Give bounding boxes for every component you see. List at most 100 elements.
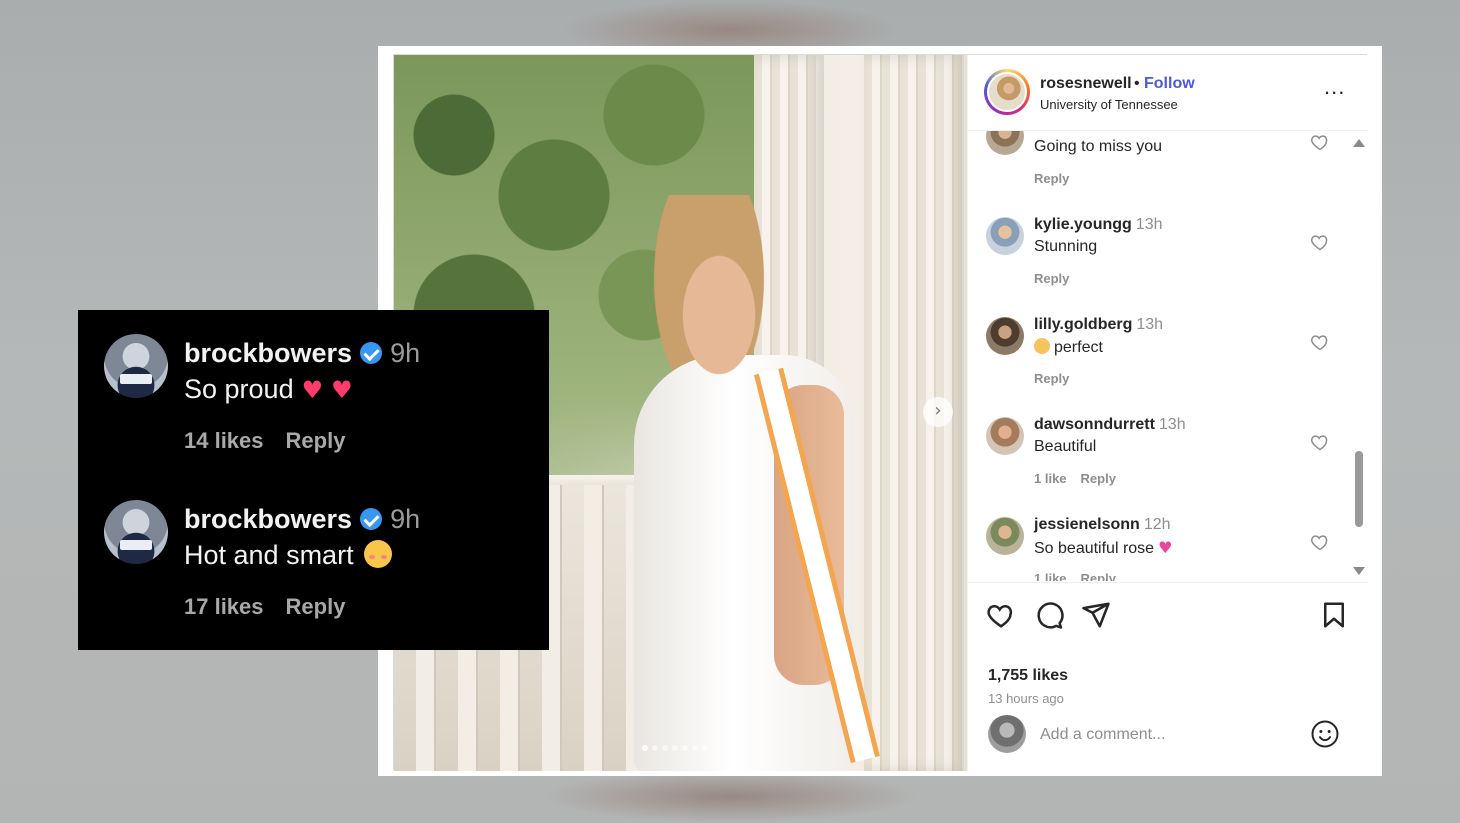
overlay-username[interactable]: brockbowers 9h [184, 338, 420, 369]
avatar-image [987, 72, 1027, 112]
comment-avatar[interactable] [986, 131, 1024, 155]
comment-input[interactable] [1040, 723, 1290, 747]
comment-meta: 1 like Reply [1034, 471, 1130, 486]
background-blur-bottom [540, 770, 920, 823]
overlay-comment-item: brockbowers 9h Hot and smart 17 likes Repl… [78, 476, 549, 636]
comment-username[interactable]: lilly.goldberg 13h [1034, 316, 1163, 334]
comment-avatar[interactable] [986, 517, 1024, 555]
red-heart-icon: ♥ [331, 376, 353, 404]
likes-count[interactable]: 1,755 likes [988, 667, 1068, 685]
comment-time: 13h [1152, 131, 1179, 133]
overlay-likes[interactable]: 17 likes [184, 594, 264, 619]
scrollbar-thumb[interactable] [1355, 451, 1363, 527]
comment-time: 13h [1158, 416, 1186, 433]
comment-text: Beautiful [1034, 438, 1097, 455]
carousel-dot [642, 745, 648, 751]
overlay-comment-meta: 17 likes Reply [184, 594, 367, 620]
overlay-avatar[interactable] [104, 334, 168, 398]
comment-text: So beautiful rose ♥ [1034, 538, 1173, 557]
carousel-dot [662, 745, 668, 751]
photo-person-head [664, 225, 774, 375]
profile-avatar[interactable] [984, 69, 1030, 115]
comment-username[interactable]: dawsonndurrett 13h [1034, 416, 1186, 434]
comment-like-heart-icon[interactable] [1310, 232, 1330, 252]
avatar-jersey-tag [120, 374, 152, 384]
follow-button[interactable]: Follow [1144, 75, 1195, 93]
add-comment-bar [968, 703, 1368, 771]
comment-time: 12h [1143, 516, 1171, 533]
comment-meta: Reply [1034, 171, 1083, 186]
heart-icon[interactable] [986, 600, 1016, 630]
comment-meta: Reply [1034, 371, 1083, 386]
post-username[interactable]: rosesnewell [1040, 75, 1132, 93]
comment-item: kylie.youngg 13h Stunning Reply [968, 207, 1348, 307]
more-options-icon[interactable]: ... [1324, 76, 1345, 98]
overlay-comment-text: Hot and smart [184, 540, 392, 571]
overlay-comment-box: brockbowers 9h So proud ♥ ♥ 14 likes Reply b… [78, 310, 549, 650]
comments-scrollbar[interactable] [1352, 135, 1365, 583]
header-separator: • [1134, 75, 1140, 92]
share-icon[interactable] [1081, 600, 1111, 630]
post-header: rosesnewell • Follow University of Tenne… [968, 55, 1368, 131]
carousel-dot [682, 745, 688, 751]
carousel-dot [672, 745, 678, 751]
comment-item: addisonbacher13h Going to miss you Reply [968, 131, 1348, 207]
comment-time: 13h [1136, 316, 1164, 333]
current-user-avatar [988, 715, 1026, 753]
comment-avatar[interactable] [986, 417, 1024, 455]
overlay-comment-text: So proud ♥ ♥ [184, 374, 353, 404]
post-actions: 1,755 likes 13 hours ago [968, 582, 1368, 706]
comment-meta: 1 like Reply [1034, 571, 1130, 581]
comment-likes[interactable]: 1 like [1034, 471, 1067, 486]
comment-item: dawsonndurrett 13h Beautiful 1 like Reply [968, 407, 1348, 507]
verified-badge-icon [360, 508, 383, 530]
carousel-dot [692, 745, 698, 751]
comment-reply-button[interactable]: Reply [1034, 271, 1069, 286]
comments-list[interactable]: addisonbacher13h Going to miss you Reply… [968, 131, 1368, 581]
scroll-down-arrow-icon[interactable] [1353, 567, 1365, 575]
comment-text: Stunning [1034, 238, 1098, 255]
comment-like-heart-icon[interactable] [1310, 332, 1330, 352]
overlay-reply-button[interactable]: Reply [286, 428, 346, 453]
comment-likes[interactable]: 1 like [1034, 571, 1067, 581]
post-location[interactable]: University of Tennessee [1040, 97, 1178, 112]
comment-reply-button[interactable]: Reply [1034, 171, 1069, 186]
comment-text: Going to miss you [1034, 138, 1163, 155]
comment-icon[interactable] [1034, 600, 1064, 630]
comment-reply-button[interactable]: Reply [1034, 371, 1069, 386]
bookmark-icon[interactable] [1319, 600, 1349, 630]
comment-like-heart-icon[interactable] [1310, 532, 1330, 552]
comment-avatar[interactable] [986, 217, 1024, 255]
comment-like-heart-icon[interactable] [1310, 432, 1330, 452]
comment-like-heart-icon[interactable] [1310, 132, 1330, 152]
smiley-icon[interactable] [1310, 719, 1340, 749]
verified-badge-icon [360, 342, 383, 364]
comment-username[interactable]: kylie.youngg 13h [1034, 216, 1163, 234]
comment-username[interactable]: jessienelsonn 12h [1034, 516, 1171, 534]
carousel-dot [702, 745, 708, 751]
face-emoji-icon [1034, 338, 1050, 354]
comment-avatar[interactable] [986, 317, 1024, 355]
avatar-jersey-tag [120, 540, 152, 550]
comment-item: lilly.goldberg 13h perfect Reply [968, 307, 1348, 407]
next-image-button[interactable]: › [923, 397, 953, 427]
carousel-dot [652, 745, 658, 751]
overlay-reply-button[interactable]: Reply [286, 594, 346, 619]
comment-reply-button[interactable]: Reply [1081, 471, 1116, 486]
comment-username[interactable]: addisonbacher13h [1034, 131, 1179, 134]
comment-time: 13h [1135, 216, 1163, 233]
post-side-panel: rosesnewell • Follow University of Tenne… [967, 55, 1368, 771]
pink-heart-icon: ♥ [1158, 538, 1173, 557]
overlay-time: 9h [390, 504, 421, 534]
red-heart-icon: ♥ [301, 376, 324, 404]
carousel-dots [642, 745, 708, 751]
scroll-up-arrow-icon[interactable] [1353, 139, 1365, 147]
overlay-likes[interactable]: 14 likes [184, 428, 264, 453]
comment-reply-button[interactable]: Reply [1081, 571, 1116, 581]
overlay-time: 9h [390, 338, 421, 368]
comment-item: jessienelsonn 12h So beautiful rose ♥ 1 li… [968, 507, 1348, 581]
overlay-comment-item: brockbowers 9h So proud ♥ ♥ 14 likes Reply [78, 310, 549, 470]
overlay-comment-meta: 14 likes Reply [184, 428, 367, 454]
overlay-username[interactable]: brockbowers 9h [184, 504, 420, 535]
overlay-avatar[interactable] [104, 500, 168, 564]
